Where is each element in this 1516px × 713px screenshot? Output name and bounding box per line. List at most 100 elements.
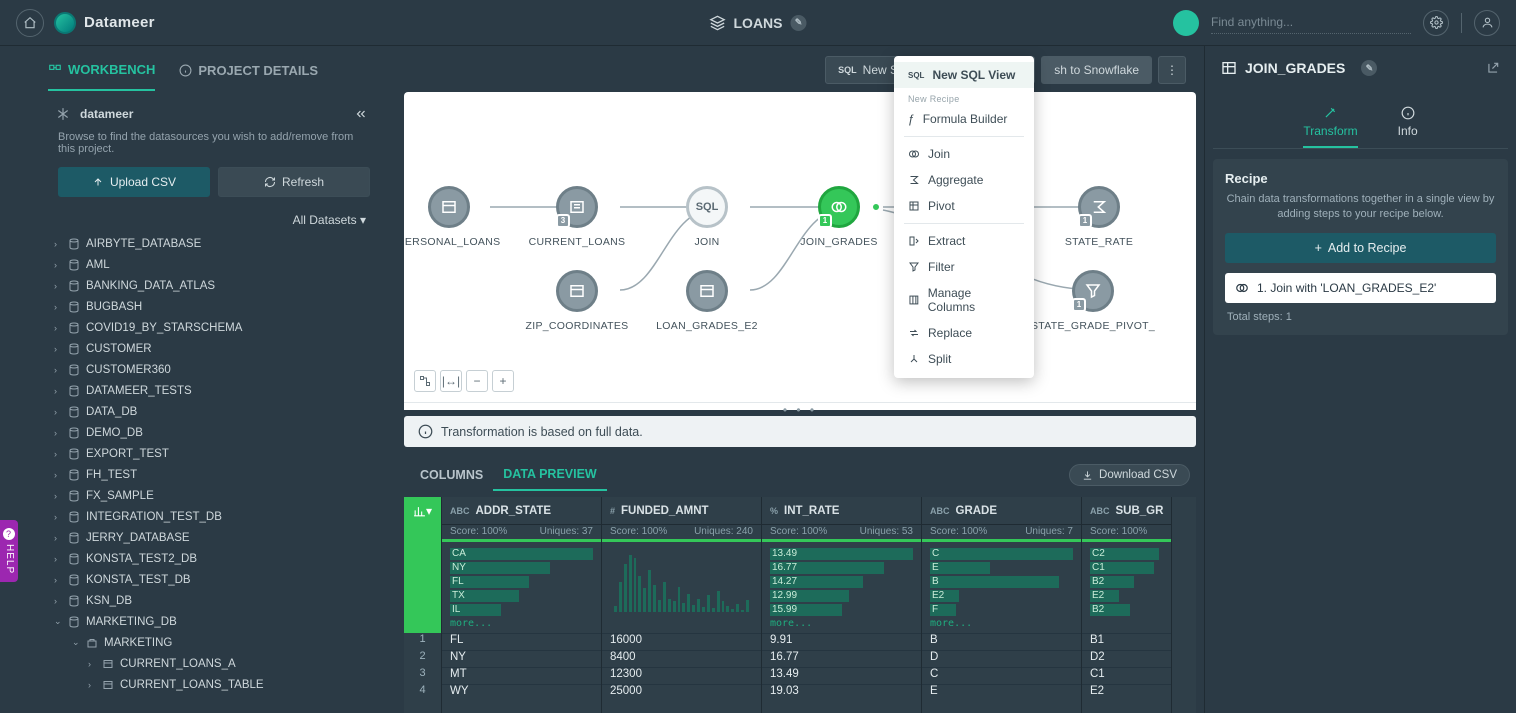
- divider: [904, 136, 1024, 137]
- dd-extract[interactable]: Extract: [894, 228, 1034, 254]
- dd-replace[interactable]: Replace: [894, 320, 1034, 346]
- settings-button[interactable]: [1423, 10, 1449, 36]
- column-header[interactable]: ABCSUB_GR: [1082, 497, 1171, 525]
- join-icon: [908, 148, 920, 160]
- caret-icon: ›: [54, 365, 62, 375]
- node-join[interactable]: SQL JOIN: [652, 186, 762, 248]
- zoom-in-button[interactable]: +: [492, 370, 514, 392]
- new-dropdown-menu: SQL New SQL View New Recipe ƒFormula Bui…: [894, 56, 1034, 378]
- tree-db-item[interactable]: ›INTEGRATION_TEST_DB: [54, 506, 376, 527]
- dd-join[interactable]: Join: [894, 141, 1034, 167]
- tree-db-item[interactable]: ›DEMO_DB: [54, 422, 376, 443]
- preview-column[interactable]: ABCSUB_GRScore: 100%C2C1B2E2B2B1D2C1E2: [1082, 497, 1172, 713]
- tree-db-item[interactable]: ›BUGBASH: [54, 296, 376, 317]
- tab-columns[interactable]: COLUMNS: [410, 460, 493, 490]
- dd-aggregate[interactable]: Aggregate: [894, 167, 1034, 193]
- tree-db-item[interactable]: ›AIRBYTE_DATABASE: [54, 233, 376, 254]
- tree-db-item[interactable]: ›JERRY_DATABASE: [54, 527, 376, 548]
- freq-bar: 15.99: [770, 604, 913, 616]
- rp-tab-label: Transform: [1303, 124, 1357, 138]
- dd-filter[interactable]: Filter: [894, 254, 1034, 280]
- node-zip[interactable]: ZIP_COORDINATES: [522, 270, 632, 332]
- tree-db-item[interactable]: ›KONSTA_TEST2_DB: [54, 548, 376, 569]
- column-header[interactable]: ABCGRADE: [922, 497, 1081, 525]
- panel-drag-handle[interactable]: • • •: [404, 402, 1196, 410]
- global-search-input[interactable]: [1211, 11, 1411, 34]
- column-stats: Score: 100%Uniques: 53: [762, 525, 921, 539]
- tree-db-item[interactable]: ›EXPORT_TEST: [54, 443, 376, 464]
- tree-db-item[interactable]: ›COVID19_BY_STARSCHEMA: [54, 317, 376, 338]
- home-button[interactable]: [16, 9, 44, 37]
- preview-column[interactable]: %INT_RATEScore: 100%Uniques: 5313.4916.7…: [762, 497, 922, 713]
- add-to-recipe-button[interactable]: + Add to Recipe: [1225, 233, 1496, 263]
- rp-tab-info[interactable]: Info: [1398, 106, 1418, 148]
- node-join-grades[interactable]: 1 JOIN_GRADES: [784, 186, 894, 248]
- tree-db-item[interactable]: ›AML: [54, 254, 376, 275]
- column-header[interactable]: ABCADDR_STATE: [442, 497, 601, 525]
- node-state-rate[interactable]: 1 STATE_RATE: [1044, 186, 1154, 248]
- tree-db-item[interactable]: ›CUSTOMER360: [54, 359, 376, 380]
- edit-project-icon[interactable]: ✎: [791, 15, 807, 31]
- datasource-tree[interactable]: ›AIRBYTE_DATABASE›AML›BANKING_DATA_ATLAS…: [0, 233, 388, 713]
- selected-node-title: JOIN_GRADES: [1245, 60, 1345, 76]
- tree-db-item[interactable]: ›FH_TEST: [54, 464, 376, 485]
- rp-tab-transform[interactable]: Transform: [1303, 106, 1357, 148]
- collapse-sidebar-button[interactable]: [354, 107, 368, 121]
- tab-project-details[interactable]: PROJECT DETAILS: [179, 63, 318, 90]
- tree-db-item[interactable]: ›FX_SAMPLE: [54, 485, 376, 506]
- tree-db-item[interactable]: ›BANKING_DATA_ATLAS: [54, 275, 376, 296]
- help-tab[interactable]: HELP: [0, 520, 18, 582]
- tree-label: FH_TEST: [86, 469, 137, 481]
- column-header[interactable]: %INT_RATE: [762, 497, 921, 525]
- tree-label: FX_SAMPLE: [86, 490, 154, 502]
- chart-toggle-button[interactable]: ▾: [404, 497, 441, 525]
- fit-button[interactable]: |↔|: [440, 370, 462, 392]
- more-link[interactable]: more...: [930, 618, 1073, 629]
- more-actions-button[interactable]: ⋮: [1158, 56, 1186, 84]
- node-personal-loans[interactable]: PERSONAL_LOANS: [404, 186, 504, 248]
- refresh-button[interactable]: Refresh: [218, 167, 370, 197]
- tree-schema-item[interactable]: ⌄MARKETING: [54, 632, 376, 653]
- download-csv-button[interactable]: Download CSV: [1069, 464, 1190, 486]
- tree-db-item[interactable]: ›KONSTA_TEST_DB: [54, 569, 376, 590]
- recipe-step[interactable]: 1. Join with 'LOAN_GRADES_E2': [1225, 273, 1496, 303]
- dd-pivot[interactable]: Pivot: [894, 193, 1034, 219]
- tree-table-item[interactable]: ›CURRENT_LOANS_A: [54, 653, 376, 674]
- publish-button[interactable]: sh to Snowflake: [1041, 56, 1152, 84]
- column-header[interactable]: #FUNDED_AMNT: [602, 497, 761, 525]
- user-menu-button[interactable]: [1474, 10, 1500, 36]
- tree-db-item[interactable]: ›DATA_DB: [54, 401, 376, 422]
- freq-bar: 12.99: [770, 590, 913, 602]
- tree-db-item[interactable]: ›CUSTOMER: [54, 338, 376, 359]
- preview-column[interactable]: #FUNDED_AMNTScore: 100%Uniques: 240 1600…: [602, 497, 762, 713]
- tree-table-item[interactable]: ›CURRENT_LOANS_TABLE: [54, 674, 376, 695]
- dd-split[interactable]: Split: [894, 346, 1034, 372]
- tree-db-item[interactable]: ›KSN_DB: [54, 590, 376, 611]
- node-loan-grades[interactable]: LOAN_GRADES_E2: [652, 270, 762, 332]
- autolayout-button[interactable]: [414, 370, 436, 392]
- more-link[interactable]: more...: [770, 618, 913, 629]
- flow-canvas[interactable]: PERSONAL_LOANS 3 CURRENT_LOANS SQL JOIN …: [404, 92, 1196, 402]
- node-state-pivot[interactable]: 1 STATE_GRADE_PIVOT_: [1038, 270, 1148, 332]
- tab-data-preview[interactable]: DATA PREVIEW: [493, 459, 607, 491]
- node-current-loans[interactable]: 3 CURRENT_LOANS: [522, 186, 632, 248]
- data-preview-grid[interactable]: ▾ 1 2 3 4 ABCADDR_STATEScore: 100%Unique…: [404, 497, 1196, 713]
- tree-db-item[interactable]: ⌄MARKETING_DB: [54, 611, 376, 632]
- preview-column[interactable]: ABCGRADEScore: 100%Uniques: 7CEBE2Fmore.…: [922, 497, 1082, 713]
- tab-workbench[interactable]: WORKBENCH: [48, 62, 155, 91]
- open-external-button[interactable]: [1486, 61, 1500, 75]
- dd-formula-builder[interactable]: ƒFormula Builder: [894, 106, 1034, 132]
- edit-node-icon[interactable]: ✎: [1361, 60, 1377, 76]
- database-icon: [68, 553, 80, 565]
- tree-db-item[interactable]: ›DATAMEER_TESTS: [54, 380, 376, 401]
- type-badge: ABC: [930, 506, 950, 516]
- more-link[interactable]: more...: [450, 618, 593, 629]
- dd-manage-columns[interactable]: Manage Columns: [894, 280, 1034, 320]
- node-output-handle[interactable]: [871, 202, 881, 212]
- dd-new-sql-view[interactable]: SQL New SQL View: [894, 62, 1034, 88]
- preview-column[interactable]: ABCADDR_STATEScore: 100%Uniques: 37CANYF…: [442, 497, 602, 713]
- zoom-out-button[interactable]: −: [466, 370, 488, 392]
- upload-csv-button[interactable]: Upload CSV: [58, 167, 210, 197]
- dataset-filter[interactable]: All Datasets ▾: [0, 207, 388, 233]
- more-link[interactable]: [610, 618, 753, 629]
